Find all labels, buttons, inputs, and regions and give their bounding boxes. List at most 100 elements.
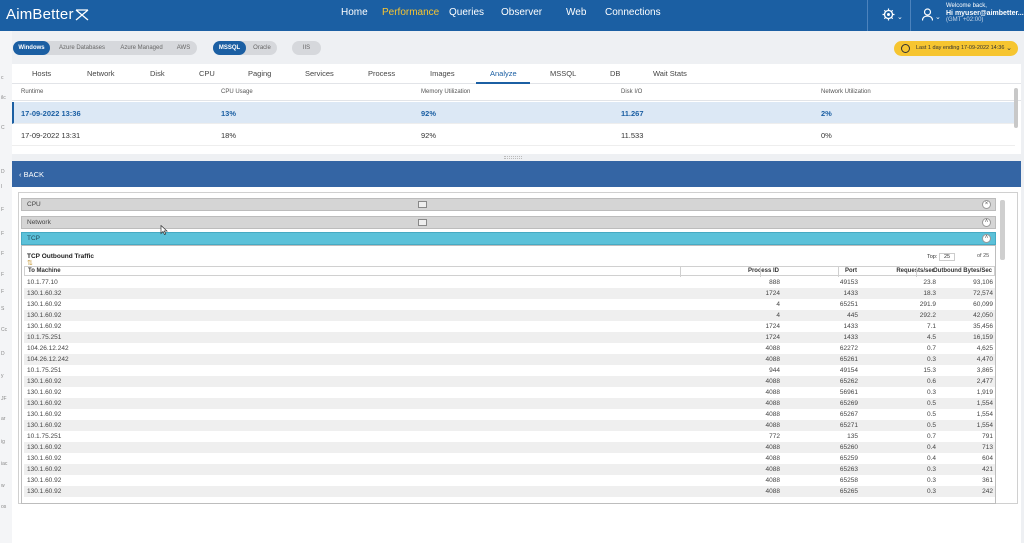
back-button[interactable]: ‹ BACK — [19, 170, 44, 179]
header-divider — [867, 0, 868, 31]
nav-web[interactable]: Web — [566, 7, 586, 18]
resize-handle[interactable] — [504, 156, 522, 159]
sidebar-fragment[interactable]: S — [1, 306, 4, 312]
table-row[interactable]: 130.1.60.92 4088 56961 0.3 1,919 — [24, 387, 995, 398]
process-id-cell: 4088 — [765, 455, 780, 462]
table-row[interactable]: 104.26.12.242 4088 62272 0.7 4,625 — [24, 343, 995, 354]
tab-paging[interactable]: Paging — [248, 69, 271, 78]
db-pill-mssql[interactable]: MSSQL — [213, 41, 246, 55]
close-icon[interactable]: × — [982, 200, 991, 209]
sidebar-fragment[interactable]: F — [1, 207, 4, 213]
sidebar-fragment[interactable]: c — [1, 75, 4, 81]
sidebar-fragment[interactable]: C — [1, 125, 5, 131]
sidebar-fragment[interactable]: ilc — [1, 95, 6, 101]
section-cpu-header[interactable]: CPU × — [21, 198, 996, 211]
table-row[interactable]: 130.1.60.92 4088 65263 0.3 421 — [24, 464, 995, 475]
nav-home[interactable]: Home — [341, 7, 368, 18]
tab-analyze[interactable]: Analyze — [490, 69, 517, 78]
chevron-up-icon[interactable]: ˄ — [982, 234, 991, 243]
sidebar-fragment[interactable]: D — [1, 169, 5, 175]
column-header-outbound-bytes-per-sec[interactable]: Outbound Bytes/Sec — [933, 268, 992, 274]
column-header-network-utilization[interactable]: Network Utilization — [821, 89, 871, 95]
table-row[interactable]: 130.1.60.92 4088 65259 0.4 604 — [24, 453, 995, 464]
platform-pill-azure-managed[interactable]: Azure Managed — [114, 41, 169, 55]
time-range-selector[interactable]: Last 1 day ending 17-09-2022 14:36 ⌄ — [894, 41, 1018, 56]
column-header-cpu-usage[interactable]: CPU Usage — [221, 89, 253, 95]
platform-pill-azure-databases[interactable]: Azure Databases — [53, 41, 111, 55]
column-header-runtime[interactable]: Runtime — [21, 89, 43, 95]
tab-mssql[interactable]: MSSQL — [550, 69, 576, 78]
chevron-down-icon[interactable]: ⌄ — [935, 11, 941, 24]
window-icon[interactable] — [418, 201, 427, 208]
chevron-up-icon[interactable]: ˄ — [982, 218, 991, 227]
column-header-disk-io[interactable]: Disk I/O — [621, 89, 642, 95]
outbound-bytes-cell: 361 — [982, 477, 993, 484]
runtime-row-selected[interactable]: 17-09-2022 13:36 13% 92% 11.267 2% — [12, 102, 1015, 124]
table-row[interactable]: 130.1.60.92 4088 65267 0.5 1,554 — [24, 409, 995, 420]
sidebar-fragment[interactable]: ar — [1, 416, 5, 422]
platform-pill-windows[interactable]: Windows — [13, 41, 50, 55]
table-row[interactable]: 130.1.60.92 1724 1433 7.1 35,456 — [24, 321, 995, 332]
runtime-row[interactable]: 17-09-2022 13:31 18% 92% 11.533 0% — [12, 124, 1015, 146]
sidebar-fragment[interactable]: F — [1, 289, 4, 295]
tab-disk[interactable]: Disk — [150, 69, 165, 78]
column-header-port[interactable]: Port — [845, 268, 857, 274]
table-row[interactable]: 130.1.60.92 4088 65262 0.6 2,477 — [24, 376, 995, 387]
sidebar-fragment[interactable]: F — [1, 251, 4, 257]
table-row[interactable]: 10.1.75.251 1724 1433 4.5 16,159 — [24, 332, 995, 343]
chevron-down-icon[interactable]: ⌄ — [897, 11, 903, 24]
tab-process[interactable]: Process — [368, 69, 395, 78]
details-scrollbar[interactable] — [1000, 200, 1005, 260]
table-row[interactable]: 130.1.60.92 4088 65271 0.5 1,554 — [24, 420, 995, 431]
sidebar-fragment[interactable]: y — [1, 373, 4, 379]
tab-images[interactable]: Images — [430, 69, 455, 78]
table-row[interactable]: 130.1.60.92 4088 65258 0.3 361 — [24, 475, 995, 486]
top-n-selector[interactable]: Top: 25 — [927, 253, 956, 261]
nav-performance[interactable]: Performance — [382, 7, 439, 18]
table-row[interactable]: 130.1.60.92 4088 65269 0.5 1,554 — [24, 398, 995, 409]
sidebar-fragment[interactable]: I — [1, 184, 2, 190]
table-row[interactable]: 130.1.60.92 4 445 292.2 42,050 — [24, 310, 995, 321]
user-icon[interactable] — [921, 8, 934, 23]
gear-icon[interactable] — [882, 8, 895, 23]
nav-observer[interactable]: Observer — [501, 7, 542, 18]
welcome-block[interactable]: Welcome back, Hi myuser@aimbetter... (GM… — [946, 3, 1024, 24]
sidebar-fragment[interactable]: F — [1, 272, 4, 278]
table-row[interactable]: 130.1.60.92 4088 65260 0.4 713 — [24, 442, 995, 453]
table-row[interactable]: 130.1.60.92 4 65251 291.9 60,099 — [24, 299, 995, 310]
column-header-process-id[interactable]: Process ID — [748, 268, 779, 274]
requests-cell: 0.6 — [926, 378, 936, 385]
sidebar-fragment[interactable]: D — [1, 351, 5, 357]
sidebar-fragment[interactable]: Cc — [1, 327, 7, 333]
sidebar-fragment[interactable]: ig — [1, 439, 5, 445]
outbound-bytes-cell: 60,099 — [973, 301, 993, 308]
column-header-memory-utilization[interactable]: Memory Utilization — [421, 89, 470, 95]
window-icon[interactable] — [418, 219, 427, 226]
db-pill-oracle[interactable]: Oracle — [248, 41, 276, 55]
table-row[interactable]: 130.1.60.92 4088 65265 0.3 242 — [24, 486, 995, 497]
runtime-grid-scrollbar[interactable] — [1014, 88, 1018, 128]
table-row[interactable]: 10.1.75.251 772 135 0.7 791 — [24, 431, 995, 442]
tab-network[interactable]: Network — [87, 69, 115, 78]
tab-db[interactable]: DB — [610, 69, 620, 78]
column-header-to-machine[interactable]: To Machine — [28, 268, 61, 274]
table-row[interactable]: 130.1.60.32 1724 1433 18.3 72,574 — [24, 288, 995, 299]
sidebar-fragment[interactable]: F — [1, 231, 4, 237]
tab-wait-stats[interactable]: Wait Stats — [653, 69, 687, 78]
nav-queries[interactable]: Queries — [449, 7, 484, 18]
sidebar-fragment[interactable]: os — [1, 504, 6, 510]
tab-services[interactable]: Services — [305, 69, 334, 78]
logo[interactable]: AimBetter — [6, 6, 89, 23]
table-row[interactable]: 10.1.77.10 888 49153 23.8 93,106 — [24, 277, 995, 288]
platform-pill-aws[interactable]: AWS — [171, 41, 196, 55]
tab-cpu[interactable]: CPU — [199, 69, 215, 78]
sidebar-fragment[interactable]: w — [1, 483, 5, 489]
tab-hosts[interactable]: Hosts — [32, 69, 51, 78]
table-row[interactable]: 10.1.75.251 944 49154 15.3 3,865 — [24, 365, 995, 376]
process-id-cell: 4088 — [765, 400, 780, 407]
nav-connections[interactable]: Connections — [605, 7, 661, 18]
table-row[interactable]: 104.26.12.242 4088 65261 0.3 4,470 — [24, 354, 995, 365]
sidebar-fragment[interactable]: JF — [1, 396, 7, 402]
sidebar-fragment[interactable]: iac — [1, 461, 7, 467]
iis-pill[interactable]: IIS — [292, 41, 321, 55]
